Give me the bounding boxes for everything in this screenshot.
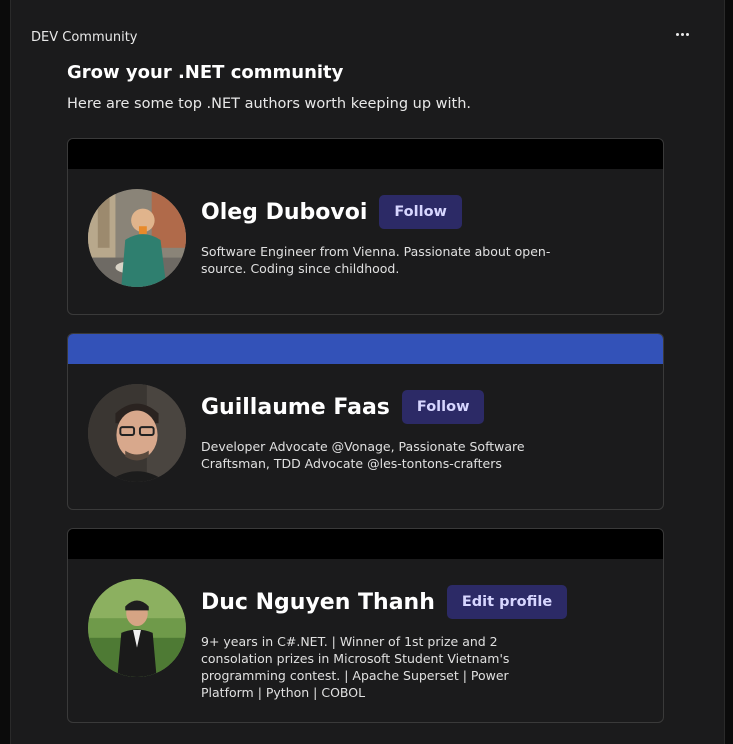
author-card: Guillaume Faas Follow Developer Advocate… <box>67 333 664 510</box>
section-subtitle: Here are some top .NET authors worth kee… <box>67 96 472 112</box>
author-card: Duc Nguyen Thanh Edit profile 9+ years i… <box>67 528 664 723</box>
panel-header: DEV Community <box>31 26 704 46</box>
author-bio: Software Engineer from Vienna. Passionat… <box>201 244 551 276</box>
avatar[interactable] <box>88 189 186 287</box>
follow-button[interactable]: Follow <box>379 195 462 229</box>
avatar[interactable] <box>88 384 186 482</box>
author-card: Oleg Dubovoi Follow Software Engineer fr… <box>67 138 664 315</box>
author-bio: Developer Advocate @Vonage, Passionate S… <box>201 439 525 471</box>
author-name-row: Duc Nguyen Thanh Edit profile <box>201 585 568 619</box>
author-name[interactable]: Duc Nguyen Thanh <box>201 590 435 615</box>
author-name-row: Guillaume Faas Follow <box>201 390 485 424</box>
avatar[interactable] <box>88 579 186 677</box>
brand-name: DEV Community <box>31 30 138 45</box>
author-bio: 9+ years in C#.NET. | Winner of 1st priz… <box>201 634 510 700</box>
community-panel: DEV Community Grow your .NET community H… <box>10 0 725 744</box>
edit-profile-button[interactable]: Edit profile <box>446 585 568 619</box>
author-banner <box>68 334 663 364</box>
author-banner <box>68 529 663 559</box>
author-name[interactable]: Oleg Dubovoi <box>201 200 367 225</box>
author-banner <box>68 139 663 169</box>
author-name[interactable]: Guillaume Faas <box>201 395 390 420</box>
follow-button[interactable]: Follow <box>401 390 485 424</box>
more-horizontal-icon[interactable] <box>670 22 694 46</box>
section-title: Grow your .NET community <box>67 62 344 83</box>
author-name-row: Oleg Dubovoi Follow <box>201 195 462 229</box>
